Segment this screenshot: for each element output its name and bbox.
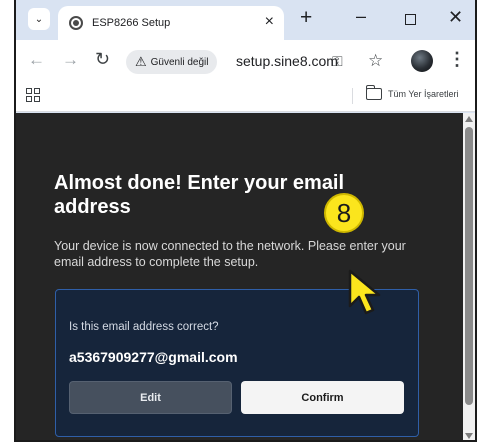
all-bookmarks-folder[interactable]: Tüm Yer İşaretleri xyxy=(365,85,459,100)
edit-button[interactable]: Edit xyxy=(69,381,232,414)
minimize-button[interactable]: – xyxy=(356,6,366,27)
new-tab-button[interactable]: + xyxy=(300,6,312,30)
security-chip[interactable]: ⚠ Güvenli değil xyxy=(126,50,218,74)
confirm-button[interactable]: Confirm xyxy=(241,381,404,414)
maximize-button[interactable] xyxy=(405,14,416,25)
apps-grid-icon[interactable] xyxy=(26,88,40,102)
reload-button[interactable]: ↻ xyxy=(95,49,110,70)
page-viewport: Almost done! Enter your email address Yo… xyxy=(16,113,475,440)
forward-button[interactable]: → xyxy=(62,50,79,70)
bookmark-star-icon[interactable]: ☆ xyxy=(368,51,383,71)
menu-icon[interactable]: ⋮ xyxy=(448,49,466,70)
globe-icon xyxy=(69,16,83,30)
profile-avatar[interactable] xyxy=(411,50,433,72)
tab-strip: ⌄ ESP8266 Setup × + – ✕ xyxy=(16,0,475,40)
tab-title: ESP8266 Setup xyxy=(92,17,171,29)
step-number-badge: 8 xyxy=(324,193,364,233)
password-key-icon[interactable]: ⚿ xyxy=(332,53,343,70)
security-label: Güvenli değil xyxy=(150,56,209,68)
toolbar: ← → ↻ ⚠ Güvenli değil setup.sine8.com ⚿ … xyxy=(16,40,475,82)
address-bar[interactable]: ⚠ Güvenli değil setup.sine8.com ⚿ ☆ xyxy=(120,47,393,77)
close-tab-icon[interactable]: × xyxy=(265,13,274,31)
scroll-up-arrow-icon[interactable] xyxy=(465,116,473,122)
bookmarks-bar: Tüm Yer İşaretleri xyxy=(16,82,475,112)
all-bookmarks-label: Tüm Yer İşaretleri xyxy=(388,89,459,99)
pointer-cursor-icon xyxy=(348,269,381,315)
back-button[interactable]: ← xyxy=(28,50,45,70)
tab-search-icon[interactable]: ⌄ xyxy=(28,8,50,30)
bookmarks-divider xyxy=(352,88,353,104)
warning-icon: ⚠ xyxy=(135,54,147,69)
page-description: Your device is now connected to the netw… xyxy=(54,239,406,270)
confirm-question: Is this email address correct? xyxy=(69,321,219,333)
folder-icon xyxy=(365,85,382,100)
tab-esp8266-setup[interactable]: ESP8266 Setup × xyxy=(58,6,284,40)
scroll-down-arrow-icon[interactable] xyxy=(465,433,473,439)
scrollbar[interactable] xyxy=(463,113,475,440)
url-text[interactable]: setup.sine8.com xyxy=(236,53,338,69)
browser-window: ⌄ ESP8266 Setup × + – ✕ ← → ↻ ⚠ Güvenli … xyxy=(14,0,477,442)
email-value: a5367909277@gmail.com xyxy=(69,349,238,365)
scroll-thumb[interactable] xyxy=(465,127,473,405)
close-window-button[interactable]: ✕ xyxy=(448,7,463,28)
